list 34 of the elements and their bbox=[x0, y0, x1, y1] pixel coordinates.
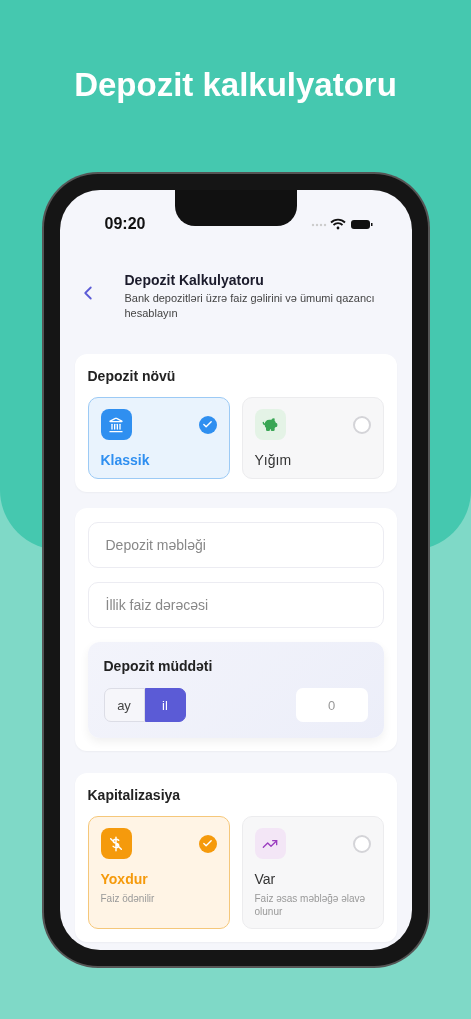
input-field[interactable]: Depozit məbləği bbox=[87, 522, 384, 568]
option-card[interactable]: Klassik bbox=[87, 397, 230, 479]
option-card[interactable]: Yoxdur Faiz ödənilir bbox=[87, 816, 230, 929]
piggy-bank-icon bbox=[262, 416, 278, 433]
option-title: Klassik bbox=[100, 452, 151, 468]
status-time: 09:20 bbox=[104, 215, 146, 233]
check-icon bbox=[202, 419, 213, 430]
option-description: Faiz əsas məbləğə əlavə olunur bbox=[254, 892, 367, 918]
option-title: Yoxdur bbox=[100, 871, 149, 887]
signal-icon bbox=[311, 223, 326, 227]
option-description: Faiz ödənilir bbox=[100, 892, 156, 905]
battery-icon bbox=[350, 220, 372, 229]
section-label: Depozit növü bbox=[87, 368, 177, 384]
option-title: Yığım bbox=[254, 452, 293, 468]
section-label: Depozit müddəti bbox=[103, 658, 214, 674]
radio-button[interactable] bbox=[198, 415, 217, 434]
radio-button[interactable] bbox=[352, 834, 371, 853]
radio-button[interactable] bbox=[198, 834, 217, 853]
page-subtitle: Bank depozitləri üzrə faiz gəlirini və ümumi qazancı hesablayın bbox=[124, 291, 376, 321]
option-card[interactable]: Yığım bbox=[241, 397, 384, 479]
wifi-icon bbox=[329, 218, 346, 230]
unit-toggle[interactable]: il bbox=[144, 688, 186, 722]
term-input[interactable]: 0 bbox=[295, 688, 368, 722]
bank-icon bbox=[108, 416, 124, 433]
headline: Depozit kalkulyatoru bbox=[74, 66, 397, 104]
check-icon bbox=[202, 838, 213, 849]
unit-toggle[interactable]: ay bbox=[103, 688, 145, 722]
page-title: Depozit Kalkulyatoru bbox=[124, 272, 265, 288]
section-label: Kapitalizasiya bbox=[87, 787, 182, 803]
input-field[interactable]: İllik faiz dərəcəsi bbox=[87, 582, 384, 628]
option-card[interactable]: Var Faiz əsas məbləğə əlavə olunur bbox=[241, 816, 384, 929]
radio-button[interactable] bbox=[352, 415, 371, 434]
option-title: Var bbox=[254, 871, 277, 887]
crossed-dollar-icon bbox=[108, 835, 124, 852]
